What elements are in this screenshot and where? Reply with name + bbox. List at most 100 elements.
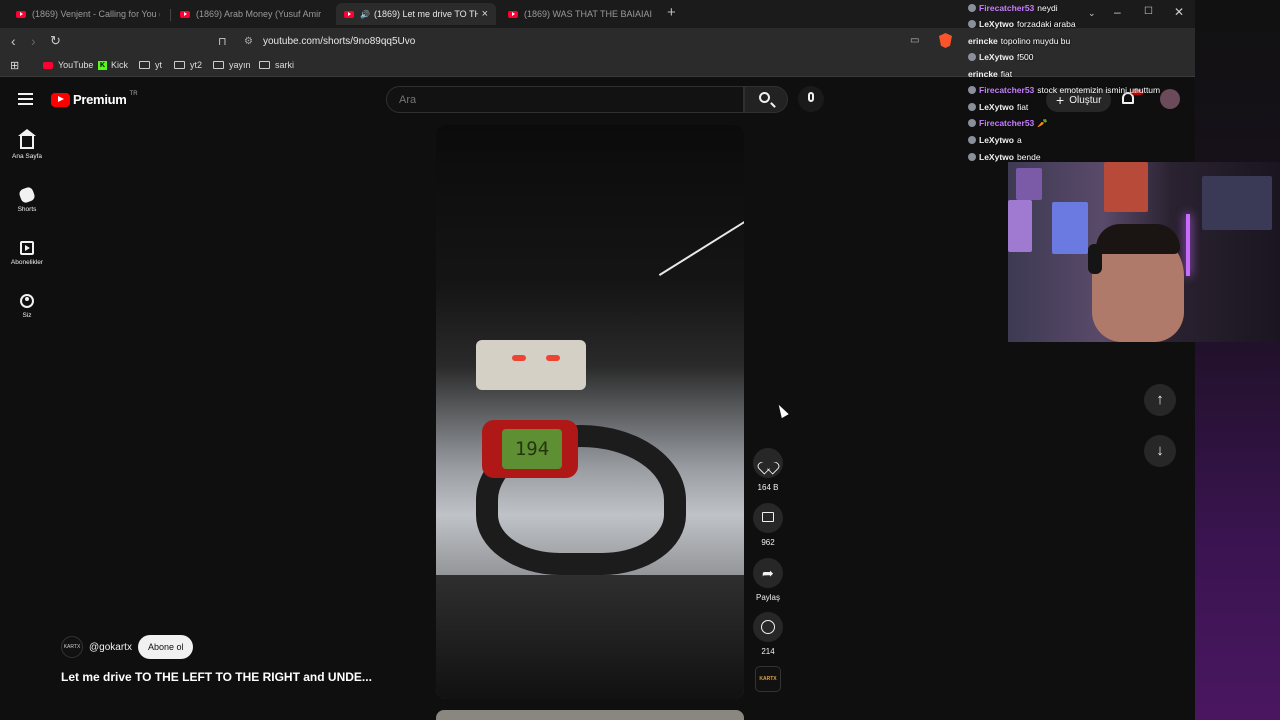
guide-label: Shorts	[17, 206, 37, 213]
bookmark-label: yayın	[229, 60, 251, 70]
bookmark-label: sarki	[275, 60, 295, 70]
next-short-button[interactable]: ↓	[1144, 435, 1176, 467]
chat-message: LeXytwo f500	[968, 49, 1034, 65]
mouse-cursor	[775, 402, 789, 419]
sound-thumbnail[interactable]: KARTX	[755, 666, 781, 692]
tab-title: (1869) Venjent - Calling for You (ft. C	[32, 9, 160, 19]
comment-icon	[762, 512, 774, 522]
close-icon[interactable]: ×	[482, 8, 488, 20]
apps-grid-icon[interactable]: ⊞	[10, 59, 19, 72]
bookmark-folder-yayin[interactable]: yayın	[213, 60, 251, 70]
minimize-icon[interactable]: –	[1114, 5, 1121, 19]
short-video-player[interactable]: 194	[436, 125, 744, 699]
tab-title: (1869) WAS THAT THE BAIAIAIAISYU	[524, 9, 652, 19]
reload-icon[interactable]: ↻	[50, 33, 61, 49]
neon-light	[1186, 214, 1190, 276]
forward-icon[interactable]: ›	[31, 33, 36, 49]
tab-venjent[interactable]: (1869) Venjent - Calling for You (ft. C	[8, 3, 168, 25]
user-badge-icon	[968, 136, 976, 144]
chat-message: LeXytwo bende	[968, 149, 1041, 165]
folder-icon	[139, 61, 150, 69]
brave-shield-icon[interactable]	[939, 33, 952, 48]
like-action[interactable]: 164 B	[748, 448, 788, 492]
truck-ahead	[476, 340, 586, 390]
voice-search-button[interactable]	[798, 86, 824, 112]
bookmark-label: Kick	[111, 60, 129, 70]
like-button[interactable]	[753, 448, 783, 478]
bookmark-folder-sarki[interactable]: sarki	[259, 60, 294, 70]
short-title[interactable]: Let me drive TO THE LEFT TO THE RIGHT an…	[61, 670, 372, 684]
next-short-preview[interactable]	[436, 710, 744, 720]
kart-body	[436, 575, 744, 699]
share-action[interactable]: ➦ Paylaş	[748, 558, 788, 602]
headset-icon	[1088, 244, 1102, 274]
chat-text: 🥕	[1037, 117, 1048, 128]
wall-poster	[1052, 202, 1088, 254]
wall-poster	[1104, 162, 1148, 212]
previous-short-button[interactable]: ↑	[1144, 384, 1176, 416]
close-window-icon[interactable]: ✕	[1174, 5, 1184, 19]
guide-label: Ana Sayfa	[12, 153, 42, 160]
search-input[interactable]	[387, 87, 743, 112]
site-info-icon[interactable]: ⚙	[244, 36, 253, 47]
youtube-icon	[43, 61, 53, 69]
chat-username: Firecatcher53	[979, 118, 1035, 128]
tab-title: (1869) Arab Money (Yusuf Amir Song	[196, 9, 324, 19]
back-icon[interactable]: ‹	[11, 33, 16, 49]
maximize-icon[interactable]: ☐	[1144, 6, 1153, 17]
tab-arab-money[interactable]: (1869) Arab Money (Yusuf Amir Song	[172, 3, 332, 25]
search-box	[386, 86, 744, 113]
subscribe-button[interactable]: Abone ol	[137, 635, 194, 659]
tab-search-chevron-icon[interactable]: ⌄	[1088, 8, 1096, 19]
chat-message: Firecatcher53 neydi	[968, 0, 1058, 16]
remix-action[interactable]: 214	[748, 612, 788, 656]
user-badge-icon	[968, 103, 976, 111]
chat-message: Firecatcher53 🥕	[968, 115, 1048, 131]
share-button[interactable]: ➦	[753, 558, 783, 588]
streamer-hair	[1096, 224, 1180, 254]
shorts-icon	[18, 186, 36, 204]
chat-message: erincke fiat	[968, 66, 1012, 82]
search-button[interactable]	[744, 86, 788, 113]
chat-username: LeXytwo	[979, 152, 1014, 162]
bookmark-label: YouTube	[58, 60, 94, 70]
youtube-favicon-icon	[508, 10, 518, 18]
remix-button[interactable]	[753, 612, 783, 642]
bookmark-label: yt	[155, 60, 163, 70]
share-label: Paylaş	[755, 593, 780, 602]
comment-action[interactable]: 962	[748, 503, 788, 547]
youtube-favicon-icon	[16, 10, 26, 18]
channel-row: KARTX @gokartx Abone ol	[61, 635, 194, 659]
youtube-logo[interactable]: Premium TR	[51, 91, 138, 107]
chat-text: stock emotemizin ismini unuttum	[1037, 85, 1161, 95]
subscriptions-icon	[20, 241, 34, 255]
cast-icon[interactable]: ▭	[910, 35, 919, 46]
bookmark-folder-yt2[interactable]: yt2	[174, 60, 202, 70]
channel-handle[interactable]: @gokartx	[89, 642, 132, 653]
bookmark-label: yt2	[190, 60, 203, 70]
chat-username: LeXytwo	[979, 52, 1014, 62]
bookmark-kick[interactable]: K Kick	[98, 60, 128, 70]
guide-item-home[interactable]: Ana Sayfa	[0, 129, 54, 160]
bookmark-icon[interactable]: ⊓	[218, 35, 227, 48]
avatar[interactable]	[1160, 89, 1180, 109]
guide-item-subscriptions[interactable]: Abonelikler	[0, 241, 54, 266]
comment-button[interactable]	[753, 503, 783, 533]
guide-item-shorts[interactable]: Shorts	[0, 186, 54, 213]
channel-avatar[interactable]: KARTX	[61, 636, 83, 658]
bookmark-youtube[interactable]: YouTube	[43, 60, 93, 70]
user-badge-icon	[968, 153, 976, 161]
bookmark-folder-yt[interactable]: yt	[139, 60, 162, 70]
tab-active-short[interactable]: 🔊 (1869) Let me drive TO THE LE ×	[336, 3, 496, 25]
chat-username: LeXytwo	[979, 102, 1014, 112]
speaker-icon[interactable]: 🔊	[360, 10, 370, 19]
new-tab-button[interactable]: +	[667, 4, 676, 21]
user-badge-icon	[968, 53, 976, 61]
guide-item-you[interactable]: Siz	[0, 294, 54, 319]
tab-baiaiai[interactable]: (1869) WAS THAT THE BAIAIAIAISYU	[500, 3, 660, 25]
user-badge-icon	[968, 119, 976, 127]
address-bar[interactable]: youtube.com/shorts/9no89qq5Uvo	[263, 36, 415, 47]
menu-icon[interactable]	[18, 93, 33, 108]
youtube-favicon-icon	[180, 10, 190, 18]
chat-text: a	[1016, 135, 1022, 145]
